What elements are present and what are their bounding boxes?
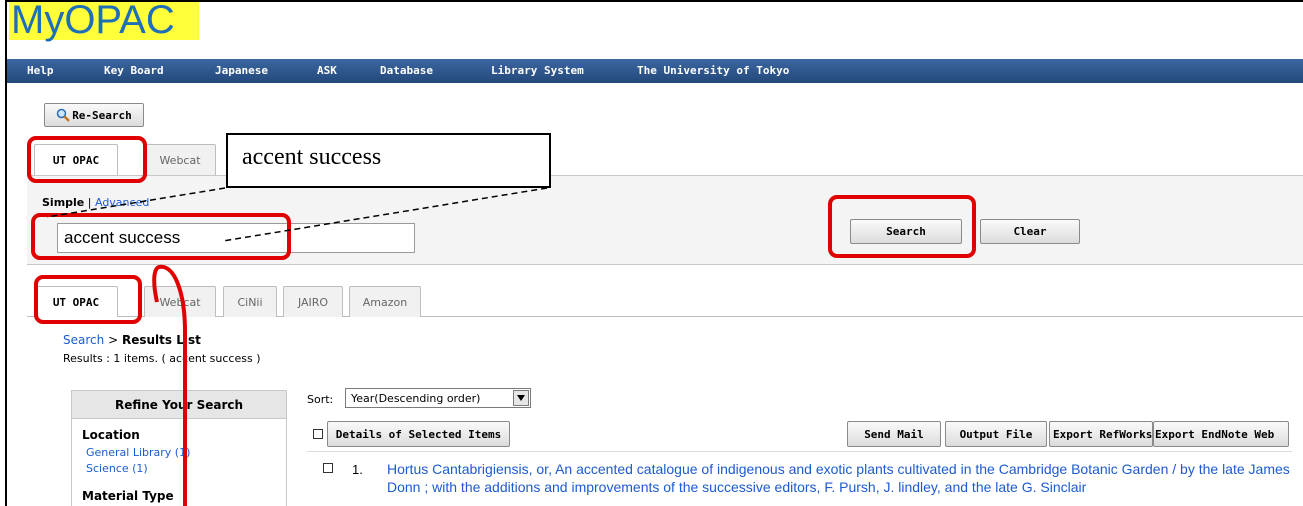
- page-frame: MyOPAC Help Key Board Japanese ASK Datab…: [5, 0, 1303, 506]
- annotation-lines: [46, 187, 548, 506]
